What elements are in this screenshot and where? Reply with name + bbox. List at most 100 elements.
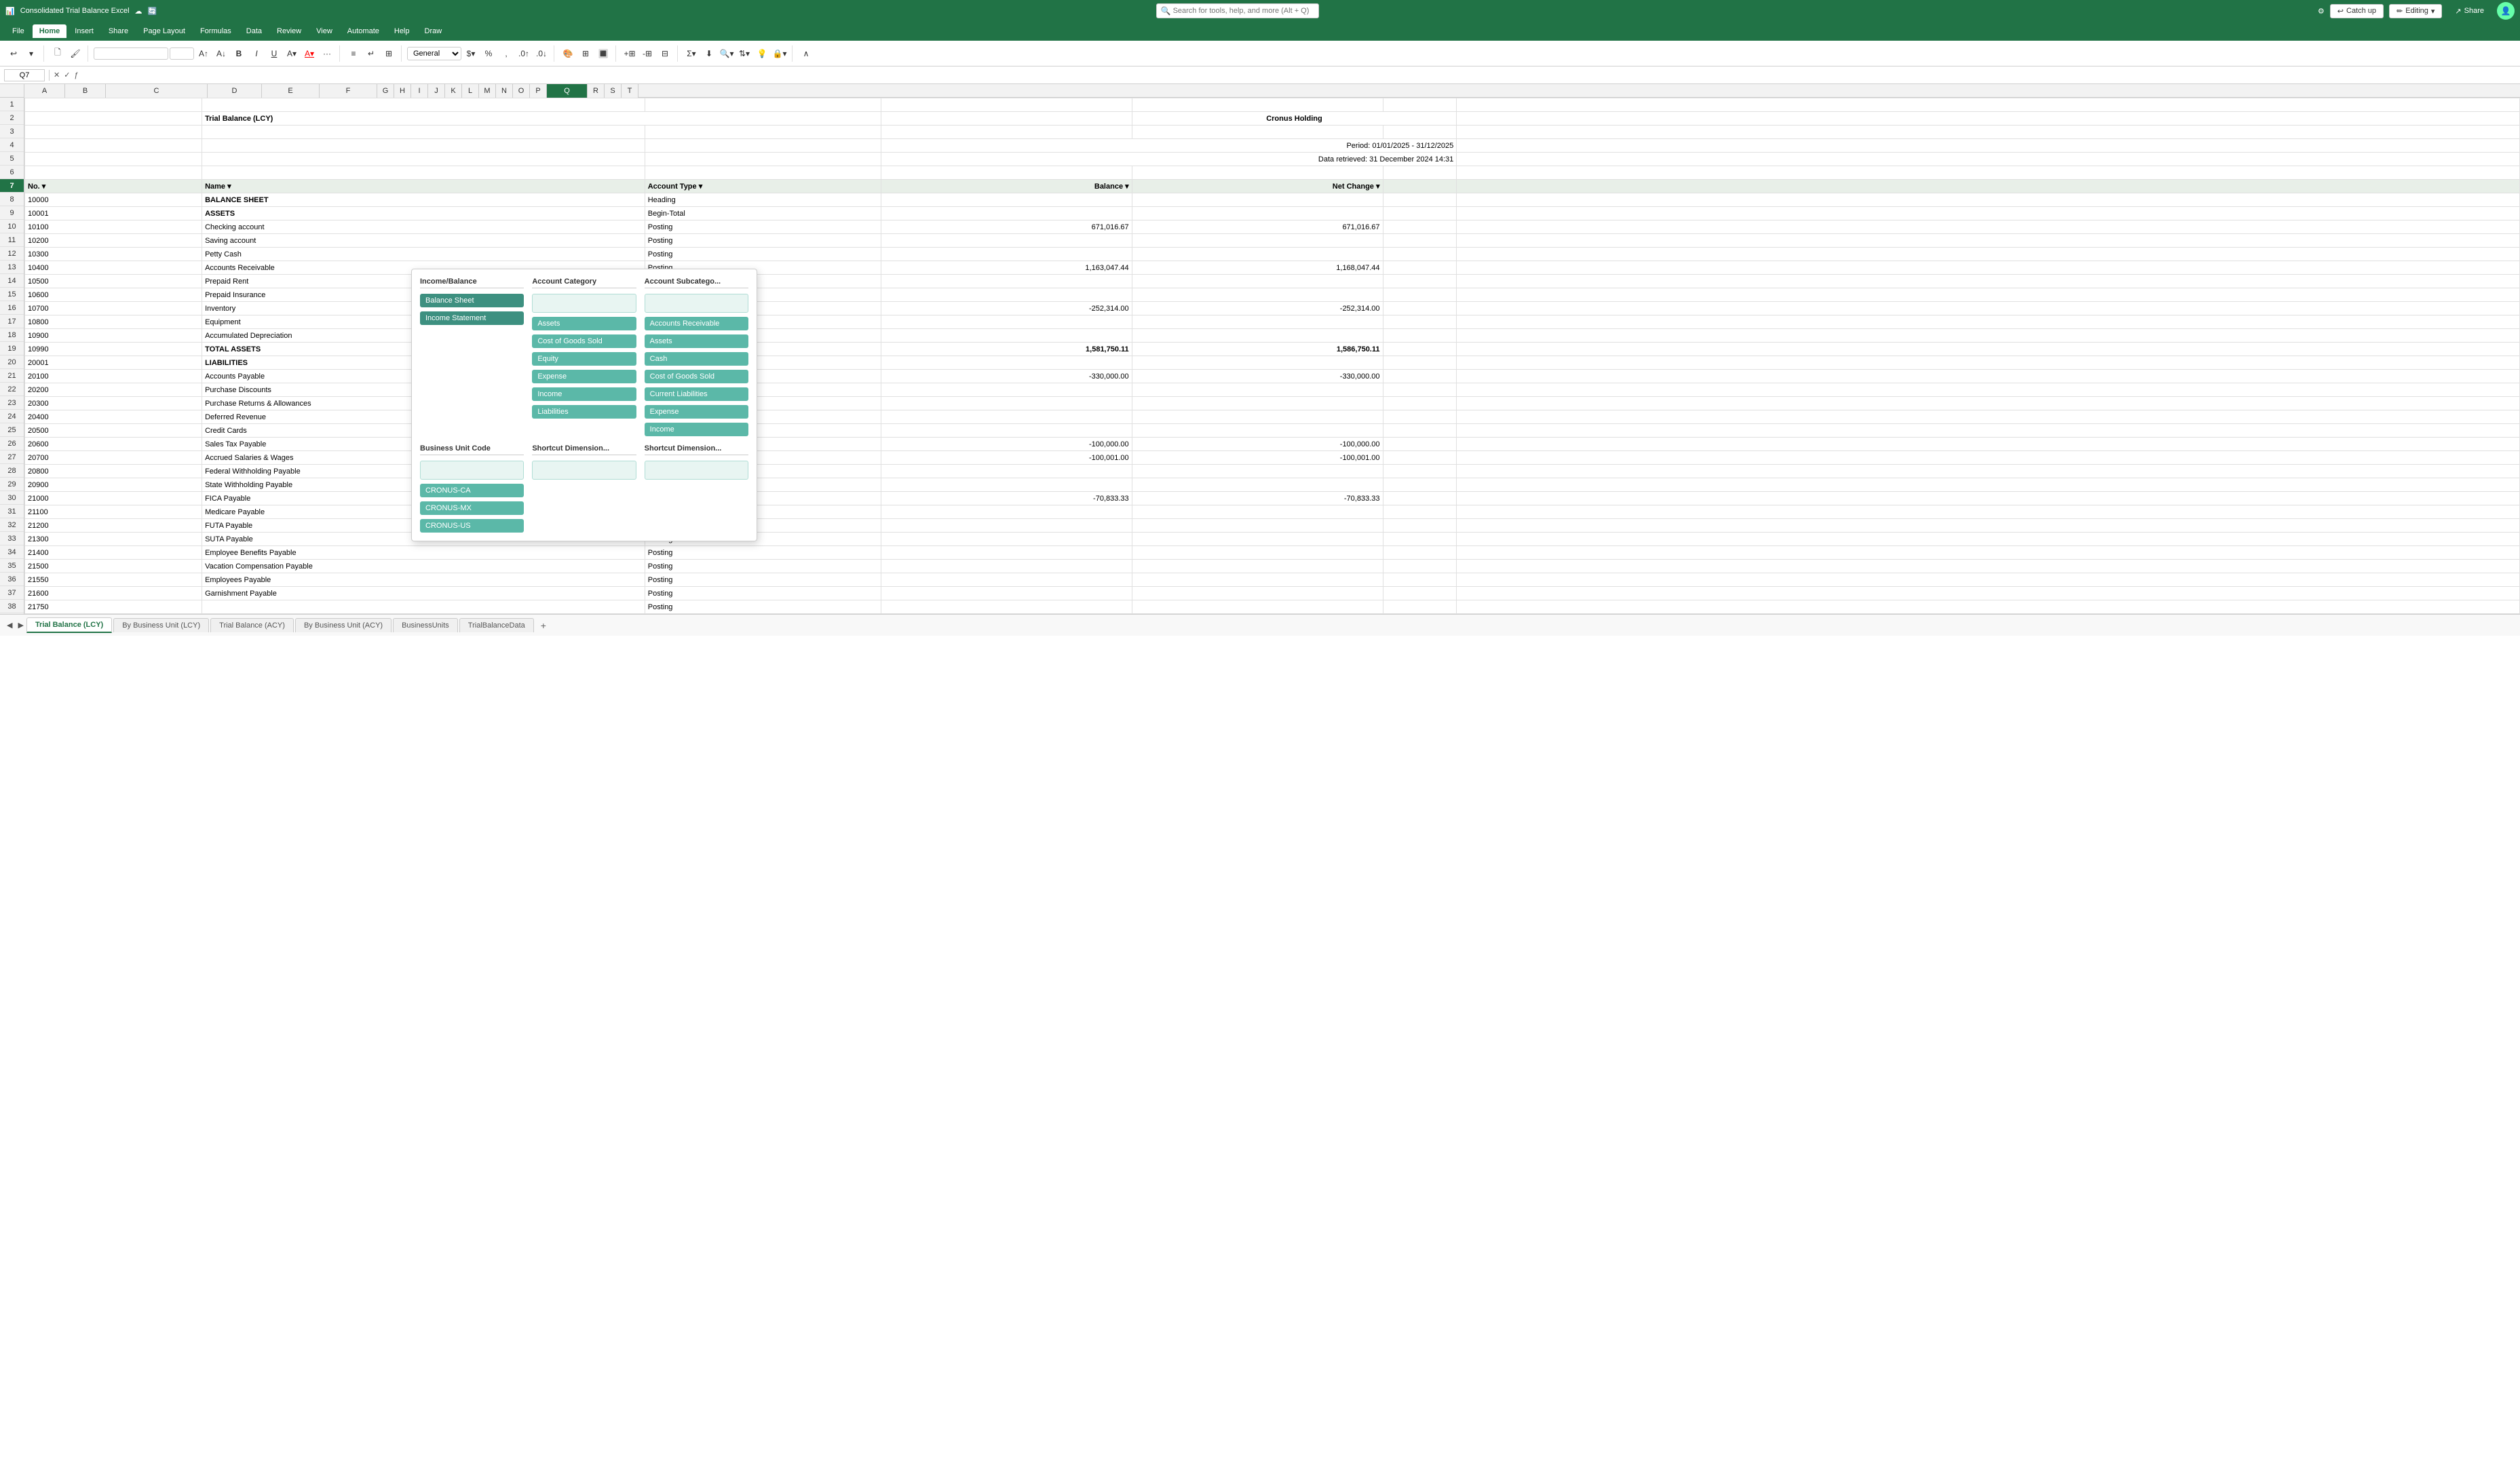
filter-chip-expense-sub[interactable]: Expense	[645, 405, 748, 419]
cell-bal-17[interactable]	[881, 315, 1132, 329]
catchup-button[interactable]: ↩ Catch up	[2330, 4, 2384, 18]
sort-button[interactable]: ⇅▾	[736, 45, 752, 62]
insert-button[interactable]: +⊞	[622, 45, 638, 62]
cell-name-36[interactable]: Employees Payable	[202, 573, 645, 587]
settings-icon[interactable]: ⚙	[2318, 7, 2325, 16]
cell-bal-12[interactable]	[881, 248, 1132, 261]
cell-no-33[interactable]: 21300	[25, 533, 202, 546]
align-button[interactable]: ≡	[345, 45, 362, 62]
decrease-decimal-button[interactable]: .0↓	[533, 45, 550, 62]
cell-bal-33[interactable]	[881, 533, 1132, 546]
cell-a4[interactable]	[25, 139, 202, 153]
fill-color-button[interactable]: A▾	[284, 45, 300, 62]
row-num-11[interactable]: 11	[0, 233, 24, 247]
cell-net-30[interactable]: -70,833.33	[1132, 492, 1383, 505]
cell-no-36[interactable]: 21550	[25, 573, 202, 587]
delete-button[interactable]: -⊞	[639, 45, 655, 62]
col-header-p[interactable]: P	[530, 84, 547, 98]
cell-no-32[interactable]: 21200	[25, 519, 202, 533]
cell-bal-15[interactable]	[881, 288, 1132, 302]
cell-bal-25[interactable]	[881, 424, 1132, 438]
cell-type-34[interactable]: Posting	[645, 546, 881, 560]
cell-no-11[interactable]: 10200	[25, 234, 202, 248]
col-header-c[interactable]: C	[106, 84, 208, 98]
row-num-33[interactable]: 33	[0, 532, 24, 545]
cell-b5[interactable]	[202, 153, 645, 166]
cell-net-25[interactable]	[1132, 424, 1383, 438]
cell-bal-24[interactable]	[881, 410, 1132, 424]
sheet-tab-business-units[interactable]: BusinessUnits	[393, 618, 458, 632]
cell-name-8[interactable]: BALANCE SHEET	[202, 193, 645, 207]
cell-company[interactable]: Cronus Holding	[1132, 112, 1457, 126]
number-format-select[interactable]: General	[407, 47, 461, 60]
cell-bal-34[interactable]	[881, 546, 1132, 560]
cell-type-35[interactable]: Posting	[645, 560, 881, 573]
cell-c5[interactable]	[645, 153, 881, 166]
cell-no-22[interactable]: 20200	[25, 383, 202, 397]
filter-empty-subcategory[interactable]	[645, 294, 748, 313]
cell-no-24[interactable]: 20400	[25, 410, 202, 424]
col-header-k[interactable]: K	[445, 84, 462, 98]
tab-home[interactable]: Home	[33, 24, 67, 38]
row-num-27[interactable]: 27	[0, 450, 24, 464]
cell-bal-14[interactable]	[881, 275, 1132, 288]
cell-net-35[interactable]	[1132, 560, 1383, 573]
cell-name-34[interactable]: Employee Benefits Payable	[202, 546, 645, 560]
row-num-24[interactable]: 24	[0, 410, 24, 423]
filter-chip-cronus-mx[interactable]: CRONUS-MX	[420, 501, 524, 515]
cell-no-20[interactable]: 20001	[25, 356, 202, 370]
cell-no-26[interactable]: 20600	[25, 438, 202, 451]
cell-no-15[interactable]: 10600	[25, 288, 202, 302]
row-num-15[interactable]: 15	[0, 288, 24, 301]
row-num-1[interactable]: 1	[0, 98, 24, 111]
cell-no-14[interactable]: 10500	[25, 275, 202, 288]
tab-help[interactable]: Help	[387, 24, 417, 38]
filter-chip-cronus-ca[interactable]: CRONUS-CA	[420, 484, 524, 497]
wrap-button[interactable]: ↵	[363, 45, 379, 62]
tab-data[interactable]: Data	[240, 24, 269, 38]
cell-bal-21[interactable]: -330,000.00	[881, 370, 1132, 383]
cell-no-31[interactable]: 21100	[25, 505, 202, 519]
cell-bal-19[interactable]: 1,581,750.11	[881, 343, 1132, 356]
cell-net-13[interactable]: 1,168,047.44	[1132, 261, 1383, 275]
cell-name-37[interactable]: Garnishment Payable	[202, 587, 645, 600]
row-num-16[interactable]: 16	[0, 301, 24, 315]
search-input[interactable]	[1156, 3, 1319, 18]
cell-net-16[interactable]: -252,314.00	[1132, 302, 1383, 315]
col-header-n[interactable]: N	[496, 84, 513, 98]
cell-a5[interactable]	[25, 153, 202, 166]
col-header-s[interactable]: S	[605, 84, 622, 98]
find-button[interactable]: 🔍▾	[719, 45, 735, 62]
row-num-31[interactable]: 31	[0, 505, 24, 518]
cell-b3[interactable]	[202, 126, 645, 139]
col-netchange-header[interactable]: Net Change ▾	[1132, 180, 1383, 193]
col-header-r[interactable]: R	[588, 84, 605, 98]
insert-function-icon[interactable]: ƒ	[74, 71, 78, 79]
cell-period[interactable]: Period: 01/01/2025 - 31/12/2025	[881, 139, 1456, 153]
editing-button[interactable]: ✏ Editing ▾	[2389, 4, 2442, 18]
cell-net-15[interactable]	[1132, 288, 1383, 302]
filter-chip-expense-cat[interactable]: Expense	[532, 370, 636, 383]
col-header-t[interactable]: T	[622, 84, 638, 98]
row-num-5[interactable]: 5	[0, 152, 24, 166]
sheet-tab-trial-balance-acy[interactable]: Trial Balance (ACY)	[210, 618, 294, 632]
cell-name-9[interactable]: ASSETS	[202, 207, 645, 220]
cell-no-25[interactable]: 20500	[25, 424, 202, 438]
font-color-button[interactable]: A▾	[301, 45, 318, 62]
cell-bal-28[interactable]	[881, 465, 1132, 478]
row-num-26[interactable]: 26	[0, 437, 24, 450]
filter-chip-income-statement[interactable]: Income Statement	[420, 311, 524, 325]
cell-net-11[interactable]	[1132, 234, 1383, 248]
cell-type-11[interactable]: Posting	[645, 234, 881, 248]
row-num-25[interactable]: 25	[0, 423, 24, 437]
tab-page-layout[interactable]: Page Layout	[136, 24, 192, 38]
bold-button[interactable]: B	[231, 45, 247, 62]
col-header-l[interactable]: L	[462, 84, 479, 98]
row-num-12[interactable]: 12	[0, 247, 24, 261]
fill-button[interactable]: ⬇	[701, 45, 717, 62]
filter-chip-cash[interactable]: Cash	[645, 352, 748, 366]
cell-no-8[interactable]: 10000	[25, 193, 202, 207]
cell-c3[interactable]	[645, 126, 881, 139]
row-num-17[interactable]: 17	[0, 315, 24, 328]
cell-net-19[interactable]: 1,586,750.11	[1132, 343, 1383, 356]
